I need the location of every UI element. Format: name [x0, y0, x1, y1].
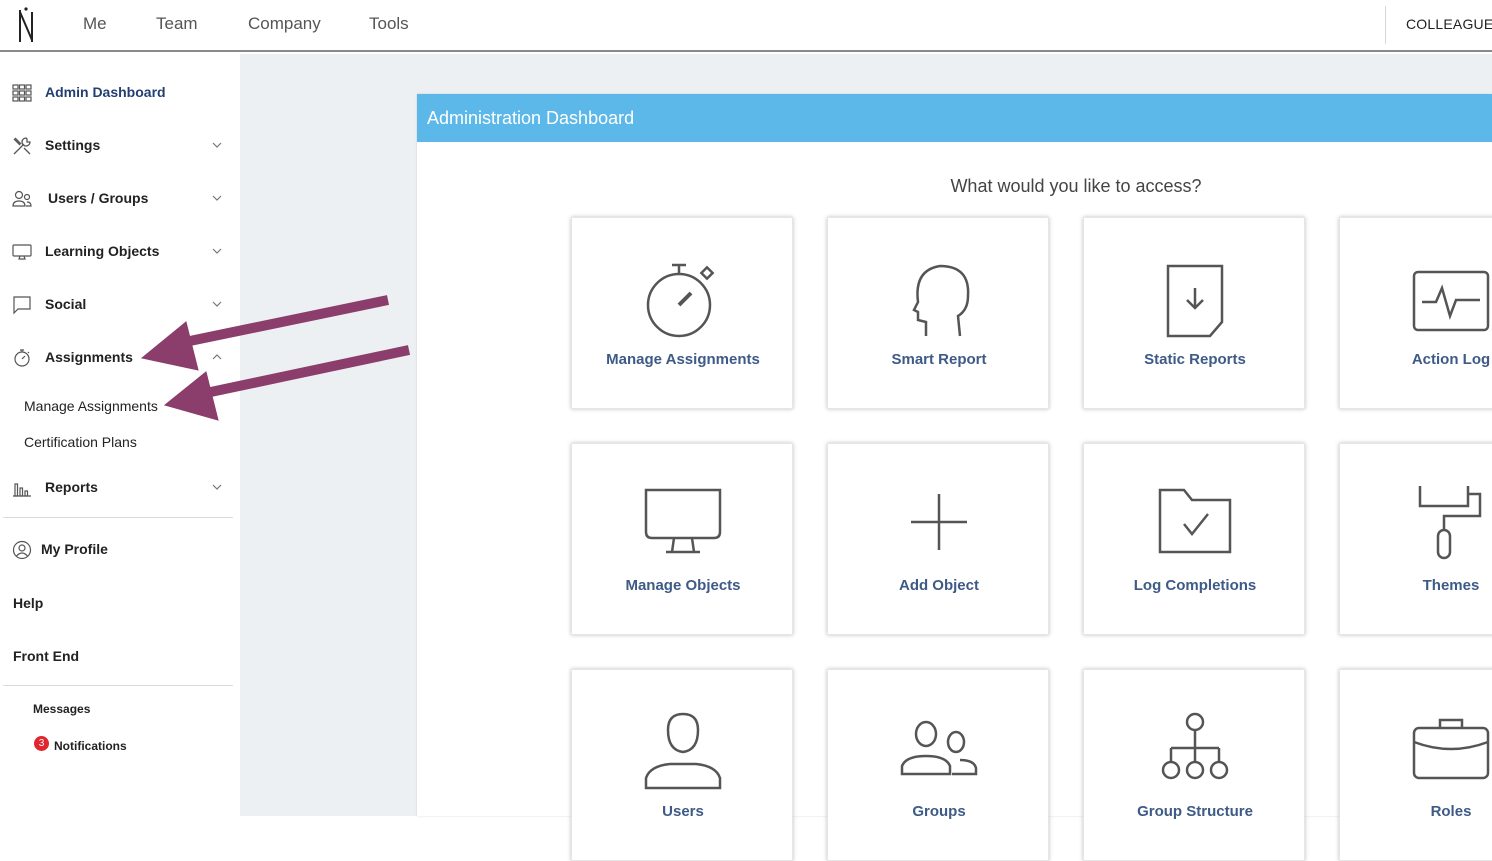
nav-tools[interactable]: Tools: [369, 14, 409, 34]
tile-groups[interactable]: Groups: [827, 669, 1049, 861]
tile-label: Log Completions: [1133, 577, 1257, 594]
sidebar-item-label: Learning Objects: [45, 243, 160, 259]
tile-smart-report[interactable]: Smart Report: [827, 217, 1049, 409]
sidebar-item-help[interactable]: Help: [13, 595, 43, 611]
sidebar-item-notifications[interactable]: Notifications: [54, 739, 127, 753]
chevron-down-icon[interactable]: [211, 139, 223, 151]
tile-roles[interactable]: Roles: [1339, 669, 1492, 861]
paint-roller-icon: [1418, 486, 1482, 560]
tile-users[interactable]: Users: [571, 669, 793, 861]
panel-title: Administration Dashboard: [427, 108, 635, 128]
tile-label: Groups: [912, 803, 966, 820]
monitor-icon: [644, 488, 722, 554]
sidebar-item-social[interactable]: Social: [0, 285, 240, 325]
main-content: Administration Dashboard What would you …: [240, 54, 1492, 861]
sidebar-divider: [3, 685, 233, 686]
colleagues-link[interactable]: COLLEAGUES: [1406, 16, 1492, 32]
admin-dashboard-panel: Administration Dashboard What would you …: [417, 94, 1492, 861]
tools-icon: [13, 137, 31, 155]
sidebar-item-my-profile[interactable]: My Profile: [0, 530, 240, 570]
tile-static-reports[interactable]: Static Reports: [1083, 217, 1305, 409]
stopwatch-icon: [14, 349, 30, 367]
sidebar-item-label: My Profile: [41, 541, 108, 557]
chevron-down-icon[interactable]: [211, 245, 223, 257]
head-icon: [912, 264, 970, 337]
grid-icon: [12, 84, 32, 102]
tile-action-log[interactable]: Action Log: [1339, 217, 1492, 409]
nav-company[interactable]: Company: [248, 14, 321, 34]
tile-add-object[interactable]: Add Object: [827, 443, 1049, 635]
group-icon: [900, 720, 978, 776]
tile-label: Group Structure: [1137, 803, 1253, 820]
tile-label: Static Reports: [1144, 351, 1246, 368]
tile-label: Smart Report: [891, 351, 987, 368]
users-icon: [12, 190, 32, 207]
sidebar-subitem-certification-plans[interactable]: Certification Plans: [24, 434, 137, 450]
chevron-up-icon[interactable]: [211, 351, 223, 363]
sidebar-item-label: Users / Groups: [48, 190, 149, 206]
tile-log-completions[interactable]: Log Completions: [1083, 443, 1305, 635]
notification-count-badge: 3: [34, 736, 49, 751]
sidebar-item-label: Admin Dashboard: [45, 84, 166, 100]
chevron-down-icon[interactable]: [211, 298, 223, 310]
folder-check-icon: [1158, 488, 1232, 554]
user-icon: [644, 712, 722, 790]
chat-icon: [13, 296, 31, 315]
tile-themes[interactable]: Themes: [1339, 443, 1492, 635]
sidebar-item-admin-dashboard[interactable]: Admin Dashboard: [0, 73, 240, 113]
access-prompt: What would you like to access?: [950, 176, 1202, 196]
tile-label: Themes: [1422, 577, 1480, 594]
plus-icon: [911, 494, 967, 550]
sidebar: Admin Dashboard Settings Users / Groups: [0, 54, 240, 816]
bar-chart-icon: [13, 483, 31, 497]
chevron-down-icon[interactable]: [211, 481, 223, 493]
sidebar-subitem-manage-assignments[interactable]: Manage Assignments: [24, 398, 158, 414]
tile-label: Add Object: [898, 577, 979, 594]
sidebar-item-front-end[interactable]: Front End: [13, 648, 79, 664]
profile-icon: [12, 540, 32, 560]
sidebar-item-reports[interactable]: Reports: [0, 468, 240, 508]
sidebar-divider: [3, 517, 233, 518]
sidebar-item-label: Social: [45, 296, 87, 312]
nav-me[interactable]: Me: [83, 14, 107, 34]
sidebar-item-label: Assignments: [45, 349, 133, 365]
tile-label: Roles: [1430, 803, 1472, 820]
nav-team[interactable]: Team: [156, 14, 198, 34]
sidebar-item-assignments[interactable]: Assignments: [0, 338, 240, 378]
logo-icon[interactable]: [14, 6, 38, 44]
stopwatch-icon: [646, 263, 715, 338]
tile-label: Users: [662, 803, 704, 820]
tile-label: Manage Assignments: [606, 351, 760, 368]
tile-manage-assignments[interactable]: Manage Assignments: [571, 217, 793, 409]
topbar-divider: [1385, 6, 1386, 44]
chevron-down-icon[interactable]: [211, 192, 223, 204]
panel-header: Administration Dashboard: [417, 94, 1492, 142]
document-download-icon: [1166, 264, 1224, 338]
sidebar-item-settings[interactable]: Settings: [0, 126, 240, 166]
sidebar-item-label: Settings: [45, 137, 101, 153]
sidebar-item-label: Reports: [45, 479, 98, 495]
tile-label: Action Log: [1411, 351, 1491, 368]
tile-label: Manage Objects: [625, 577, 741, 594]
tile-manage-objects[interactable]: Manage Objects: [571, 443, 793, 635]
activity-monitor-icon: [1412, 270, 1490, 332]
briefcase-icon: [1412, 718, 1490, 780]
hierarchy-icon: [1161, 712, 1229, 780]
top-bar: Me Team Company Tools COLLEAGUES: [0, 0, 1492, 52]
sidebar-item-messages[interactable]: Messages: [33, 702, 90, 716]
tile-group-structure[interactable]: Group Structure: [1083, 669, 1305, 861]
sidebar-item-users-groups[interactable]: Users / Groups: [0, 179, 240, 219]
sidebar-item-learning-objects[interactable]: Learning Objects: [0, 232, 240, 272]
monitor-icon: [12, 244, 32, 260]
